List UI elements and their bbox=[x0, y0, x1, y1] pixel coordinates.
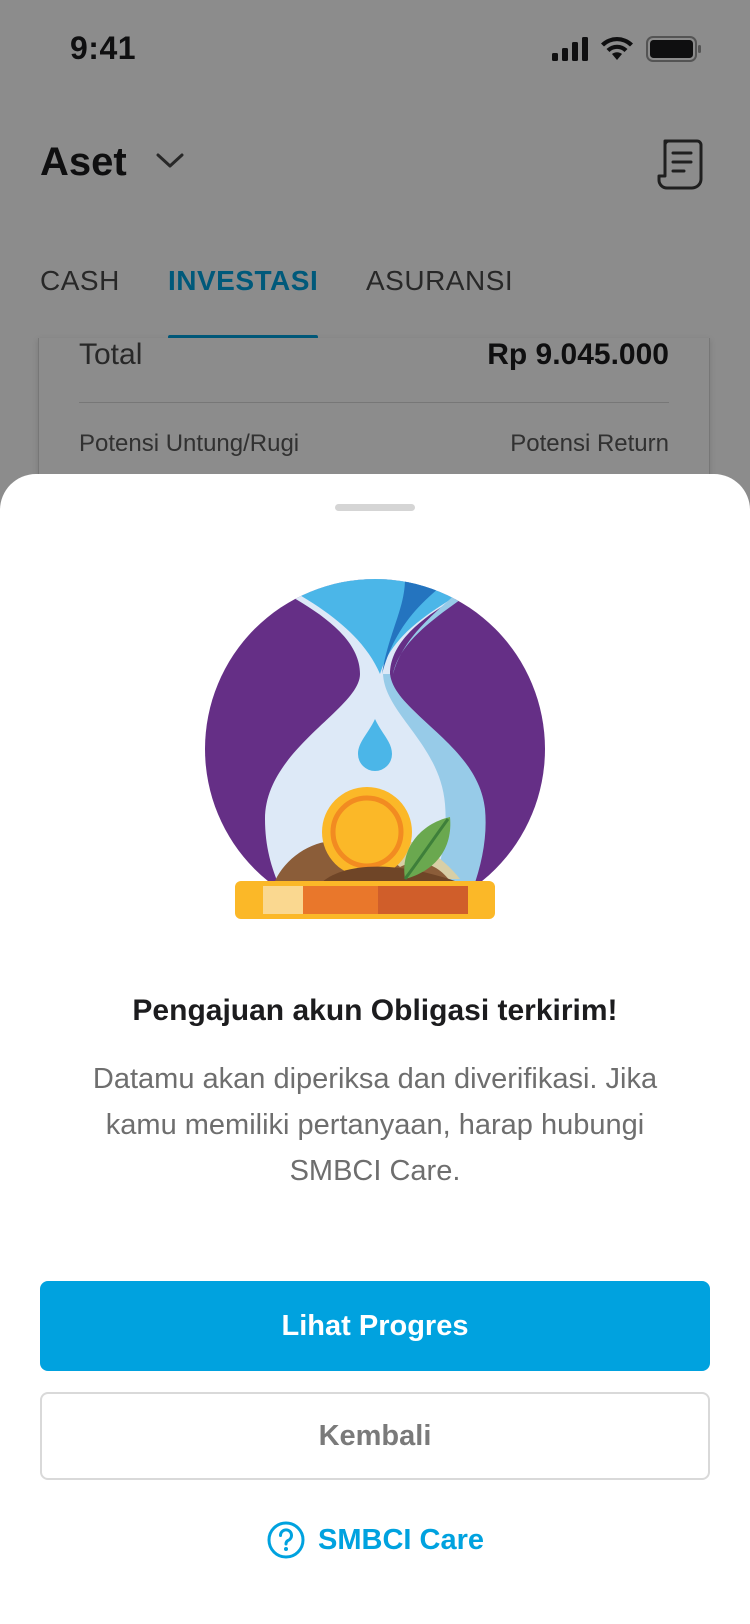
sheet-title: Pengajuan akun Obligasi terkirim! bbox=[132, 994, 618, 1027]
care-link-label: SMBCI Care bbox=[318, 1523, 484, 1556]
back-button[interactable]: Kembali bbox=[40, 1392, 710, 1480]
smbci-care-link[interactable]: SMBCI Care bbox=[0, 1516, 750, 1564]
sheet-description: Datamu akan diperiksa dan diverifikasi. … bbox=[92, 1063, 658, 1187]
help-icon bbox=[267, 1521, 305, 1559]
view-progress-button[interactable]: Lihat Progres bbox=[40, 1281, 710, 1371]
sheet-drag-handle[interactable] bbox=[335, 504, 415, 511]
screen: 9:41 Aset CASH INVESTASI ASURANSI Total … bbox=[0, 0, 750, 1624]
bond-hourglass-illustration bbox=[205, 579, 545, 919]
bottom-sheet: Pengajuan akun Obligasi terkirim! Datamu… bbox=[0, 474, 750, 1624]
